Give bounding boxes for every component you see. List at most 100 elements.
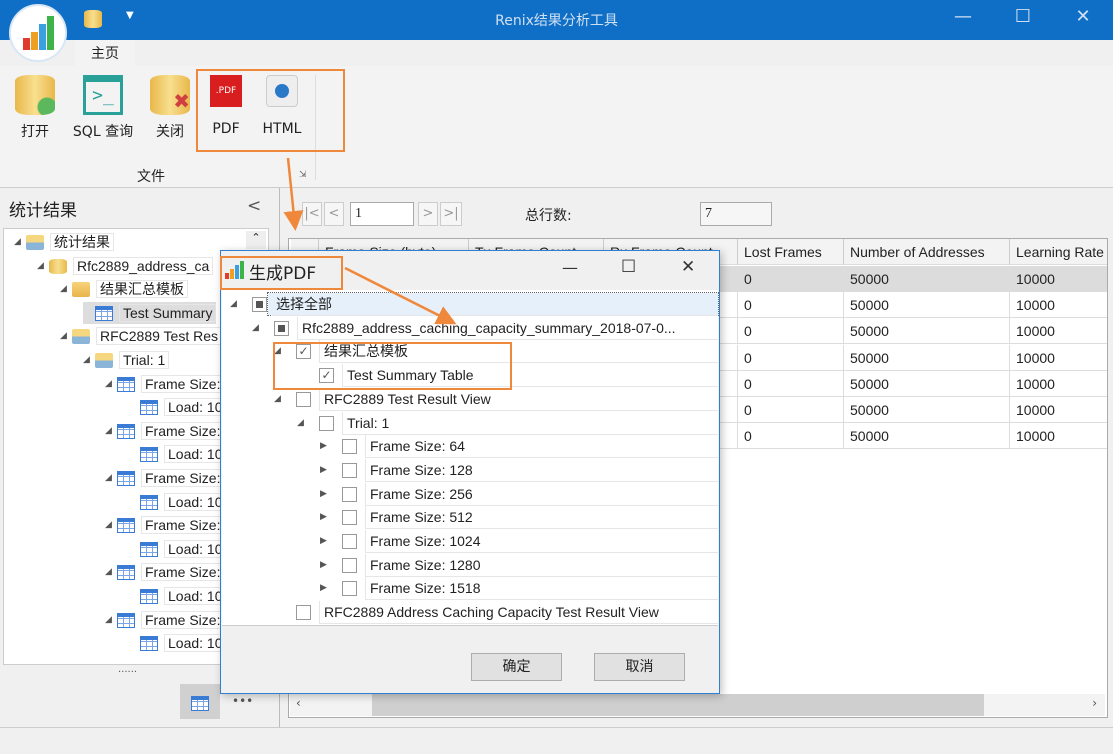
expand-arrow-icon[interactable]: ◢	[60, 278, 67, 300]
expand-arrow-icon[interactable]: ▶	[320, 483, 327, 505]
tree-item[interactable]: Load: 10	[128, 585, 227, 607]
maximize-button[interactable]: ☐	[1008, 6, 1038, 27]
collapse-arrow-icon[interactable]: ◢	[230, 293, 237, 315]
grid-cell[interactable]: 0	[738, 397, 844, 423]
tree-item[interactable]: ◢ Trial: 1	[83, 349, 170, 371]
ok-button[interactable]: 确定	[471, 653, 562, 681]
collapse-arrow-icon[interactable]: ◢	[274, 388, 281, 410]
grid-cell[interactable]: 50000	[844, 423, 1010, 450]
tree-item[interactable]: Load: 10	[128, 538, 227, 560]
expand-arrow-icon[interactable]: ◢	[105, 420, 112, 442]
grid-cell[interactable]: 0	[738, 370, 844, 397]
tree-item[interactable]: ◢ 结果汇总模板	[60, 278, 188, 300]
tree-item[interactable]: Load: 10	[128, 491, 227, 513]
expand-arrow-icon[interactable]: ◢	[14, 231, 21, 253]
grid-cell[interactable]: 0	[738, 318, 844, 345]
checkbox[interactable]	[342, 581, 357, 597]
tree-item[interactable]: ◢ Frame Size:	[105, 609, 225, 631]
minimize-button[interactable]: —	[948, 6, 978, 27]
grid-cell[interactable]: 10000	[1010, 345, 1107, 371]
tree-item[interactable]: Load: 10	[128, 632, 227, 654]
grid-cell[interactable]: 10000	[1010, 423, 1107, 450]
expand-arrow-icon[interactable]: ◢	[60, 325, 67, 347]
tree-item[interactable]: ◢ 统计结果	[14, 231, 114, 253]
grid-cell[interactable]: 50000	[844, 292, 1010, 319]
scroll-left-icon[interactable]: ‹	[296, 696, 301, 710]
tree-item[interactable]: Load: 10	[128, 443, 227, 465]
grid-cell[interactable]: 10000	[1010, 266, 1107, 292]
checkbox[interactable]	[342, 462, 357, 478]
expand-arrow-icon[interactable]: ▶	[320, 459, 327, 481]
pdf-tree-item[interactable]: ◢ Trial: 1	[297, 411, 718, 435]
close-button[interactable]: ✕	[1068, 6, 1098, 27]
expand-arrow-icon[interactable]: ◢	[105, 514, 112, 536]
dialog-maximize-button[interactable]: ☐	[621, 257, 636, 277]
checkbox[interactable]	[342, 486, 357, 502]
close-file-button[interactable]: ✖ 关闭	[148, 75, 192, 141]
next-page-button[interactable]: >	[418, 202, 438, 226]
more-button[interactable]: •••	[232, 694, 253, 708]
checkbox[interactable]	[342, 510, 357, 526]
expand-arrow-icon[interactable]: ▶	[320, 530, 327, 552]
expand-arrow-icon[interactable]: ▶	[320, 435, 327, 457]
pdf-tree-item[interactable]: ▶ Frame Size: 512	[320, 506, 718, 530]
expand-arrow-icon[interactable]: ▶	[320, 577, 327, 599]
grid-cell[interactable]: 10000	[1010, 318, 1107, 345]
open-button[interactable]: 打开	[12, 75, 58, 141]
expand-arrow-icon[interactable]: ◢	[105, 561, 112, 583]
pdf-tree-item[interactable]: ▶ Frame Size: 128	[320, 458, 718, 482]
expand-arrow-icon[interactable]: ◢	[105, 373, 112, 395]
grid-cell[interactable]: 10000	[1010, 371, 1107, 397]
tab-home[interactable]: 主页	[75, 40, 135, 66]
grid-cell[interactable]: 10000	[1010, 292, 1107, 319]
pdf-tree-item[interactable]: ▶ Frame Size: 1280	[320, 553, 718, 577]
panel-splitter[interactable]: ......	[118, 664, 137, 675]
tree-item[interactable]: Load: 10	[128, 396, 227, 418]
pdf-tree-item[interactable]: ▶ Frame Size: 64	[320, 435, 718, 459]
pdf-tree-item[interactable]: ◢ Rfc2889_address_caching_capacity_summar…	[252, 316, 718, 340]
pdf-tree-item[interactable]: ▶ Frame Size: 256	[320, 482, 718, 506]
grid-cell[interactable]: 50000	[844, 318, 1010, 345]
sql-query-button[interactable]: >_ SQL 查询	[70, 75, 136, 141]
column-header[interactable]: Learning Rate	[1010, 239, 1107, 265]
scrollbar-thumb[interactable]	[372, 694, 984, 716]
scroll-up-button[interactable]: ⌃	[246, 231, 266, 249]
pdf-tree-item[interactable]: ▶ Frame Size: 1024	[320, 530, 718, 553]
prev-page-button[interactable]: <	[324, 202, 344, 226]
pdf-tree-item[interactable]: RFC2889 Address Caching Capacity Test Re…	[274, 601, 718, 625]
first-page-button[interactable]: |<	[302, 202, 322, 226]
checkbox[interactable]	[252, 297, 267, 312]
grid-cell[interactable]: 50000	[844, 370, 1010, 397]
grid-cell[interactable]: 0	[738, 292, 844, 319]
grid-cell[interactable]: 50000	[844, 344, 1010, 371]
tree-item[interactable]: ◢ Frame Size:	[105, 467, 225, 489]
expand-arrow-icon[interactable]: ▶	[320, 506, 327, 528]
last-page-button[interactable]: >|	[440, 202, 462, 226]
horizontal-scrollbar[interactable]: ‹ ›	[290, 694, 1105, 716]
grid-cell[interactable]: 0	[738, 423, 844, 450]
tree-item[interactable]: ◢ Frame Size:	[105, 561, 225, 583]
tree-item[interactable]: ◢ Frame Size:	[105, 420, 225, 442]
scroll-right-icon[interactable]: ›	[1092, 696, 1097, 710]
grid-cell[interactable]: 50000	[844, 266, 1010, 292]
pdf-tree-item[interactable]: ◢ 选择全部	[230, 292, 719, 316]
grid-cell[interactable]: 10000	[1010, 397, 1107, 423]
checkbox[interactable]	[342, 439, 357, 455]
tree-item[interactable]: ◢ Frame Size:	[105, 514, 225, 536]
checkbox[interactable]	[319, 415, 334, 431]
group-launcher-icon[interactable]: ⇲	[299, 170, 307, 180]
pdf-tree-item[interactable]: ◢ RFC2889 Test Result View	[274, 387, 718, 411]
dialog-minimize-button[interactable]: —	[562, 258, 578, 277]
expand-arrow-icon[interactable]: ◢	[105, 467, 112, 489]
grid-cell[interactable]: 0	[738, 266, 844, 292]
expand-arrow-icon[interactable]: ▶	[320, 554, 327, 576]
tree-item[interactable]: Test Summary	[83, 301, 217, 324]
checkbox[interactable]	[274, 320, 289, 336]
expand-arrow-icon[interactable]: ◢	[83, 349, 90, 371]
expand-arrow-icon[interactable]: ◢	[37, 255, 44, 277]
collapse-panel-button[interactable]: <	[247, 196, 261, 216]
collapse-arrow-icon[interactable]: ◢	[297, 412, 304, 434]
tree-item[interactable]: ◢ Frame Size:	[105, 373, 225, 395]
pdf-tree-item[interactable]: ▶ Frame Size: 1518	[320, 577, 718, 601]
cancel-button[interactable]: 取消	[594, 653, 685, 681]
